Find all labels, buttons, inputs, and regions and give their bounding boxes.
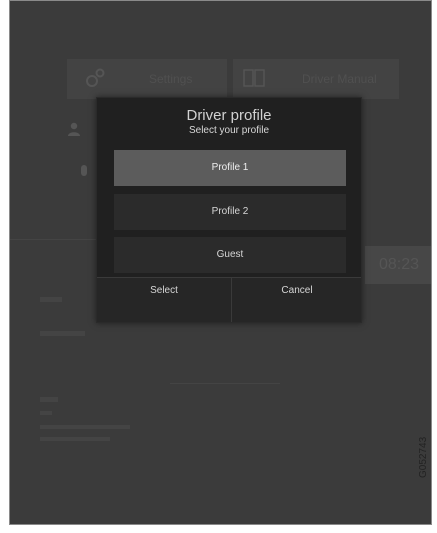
dialog-title: Driver profile bbox=[186, 107, 272, 124]
book-icon bbox=[243, 69, 265, 87]
dialog-footer: Select Cancel bbox=[97, 277, 361, 322]
background-text-line bbox=[40, 331, 85, 336]
settings-label: Settings bbox=[149, 72, 193, 86]
person-icon bbox=[68, 122, 80, 136]
driver-manual-tile[interactable]: Driver Manual bbox=[233, 59, 399, 99]
background-text-line bbox=[40, 425, 130, 429]
background-divider bbox=[170, 383, 280, 384]
car-display-screen: Settings Driver Manual 08:23 Driver prof… bbox=[9, 0, 432, 525]
background-text-line bbox=[40, 297, 62, 302]
background-clock: 08:23 bbox=[365, 246, 431, 284]
profile-2-option[interactable]: Profile 2 bbox=[114, 194, 346, 230]
image-code: G052743 bbox=[418, 436, 429, 478]
microphone-icon bbox=[81, 165, 87, 176]
background-divider bbox=[10, 239, 98, 240]
settings-tile[interactable]: Settings bbox=[67, 59, 227, 99]
background-text-line bbox=[40, 437, 110, 441]
background-menu: Settings Driver Manual bbox=[67, 59, 399, 99]
background-text-line bbox=[40, 411, 52, 415]
background-text-line bbox=[40, 397, 58, 402]
guest-option[interactable]: Guest bbox=[114, 237, 346, 273]
gear-icon bbox=[86, 68, 105, 87]
dialog-subtitle: Select your profile bbox=[188, 125, 270, 136]
cancel-button[interactable]: Cancel bbox=[231, 278, 362, 322]
driver-manual-label: Driver Manual bbox=[302, 72, 377, 86]
driver-profile-dialog: Driver profile Select your profile Profi… bbox=[96, 97, 362, 323]
profile-1-option[interactable]: Profile 1 bbox=[114, 150, 346, 186]
select-button[interactable]: Select bbox=[97, 278, 231, 322]
